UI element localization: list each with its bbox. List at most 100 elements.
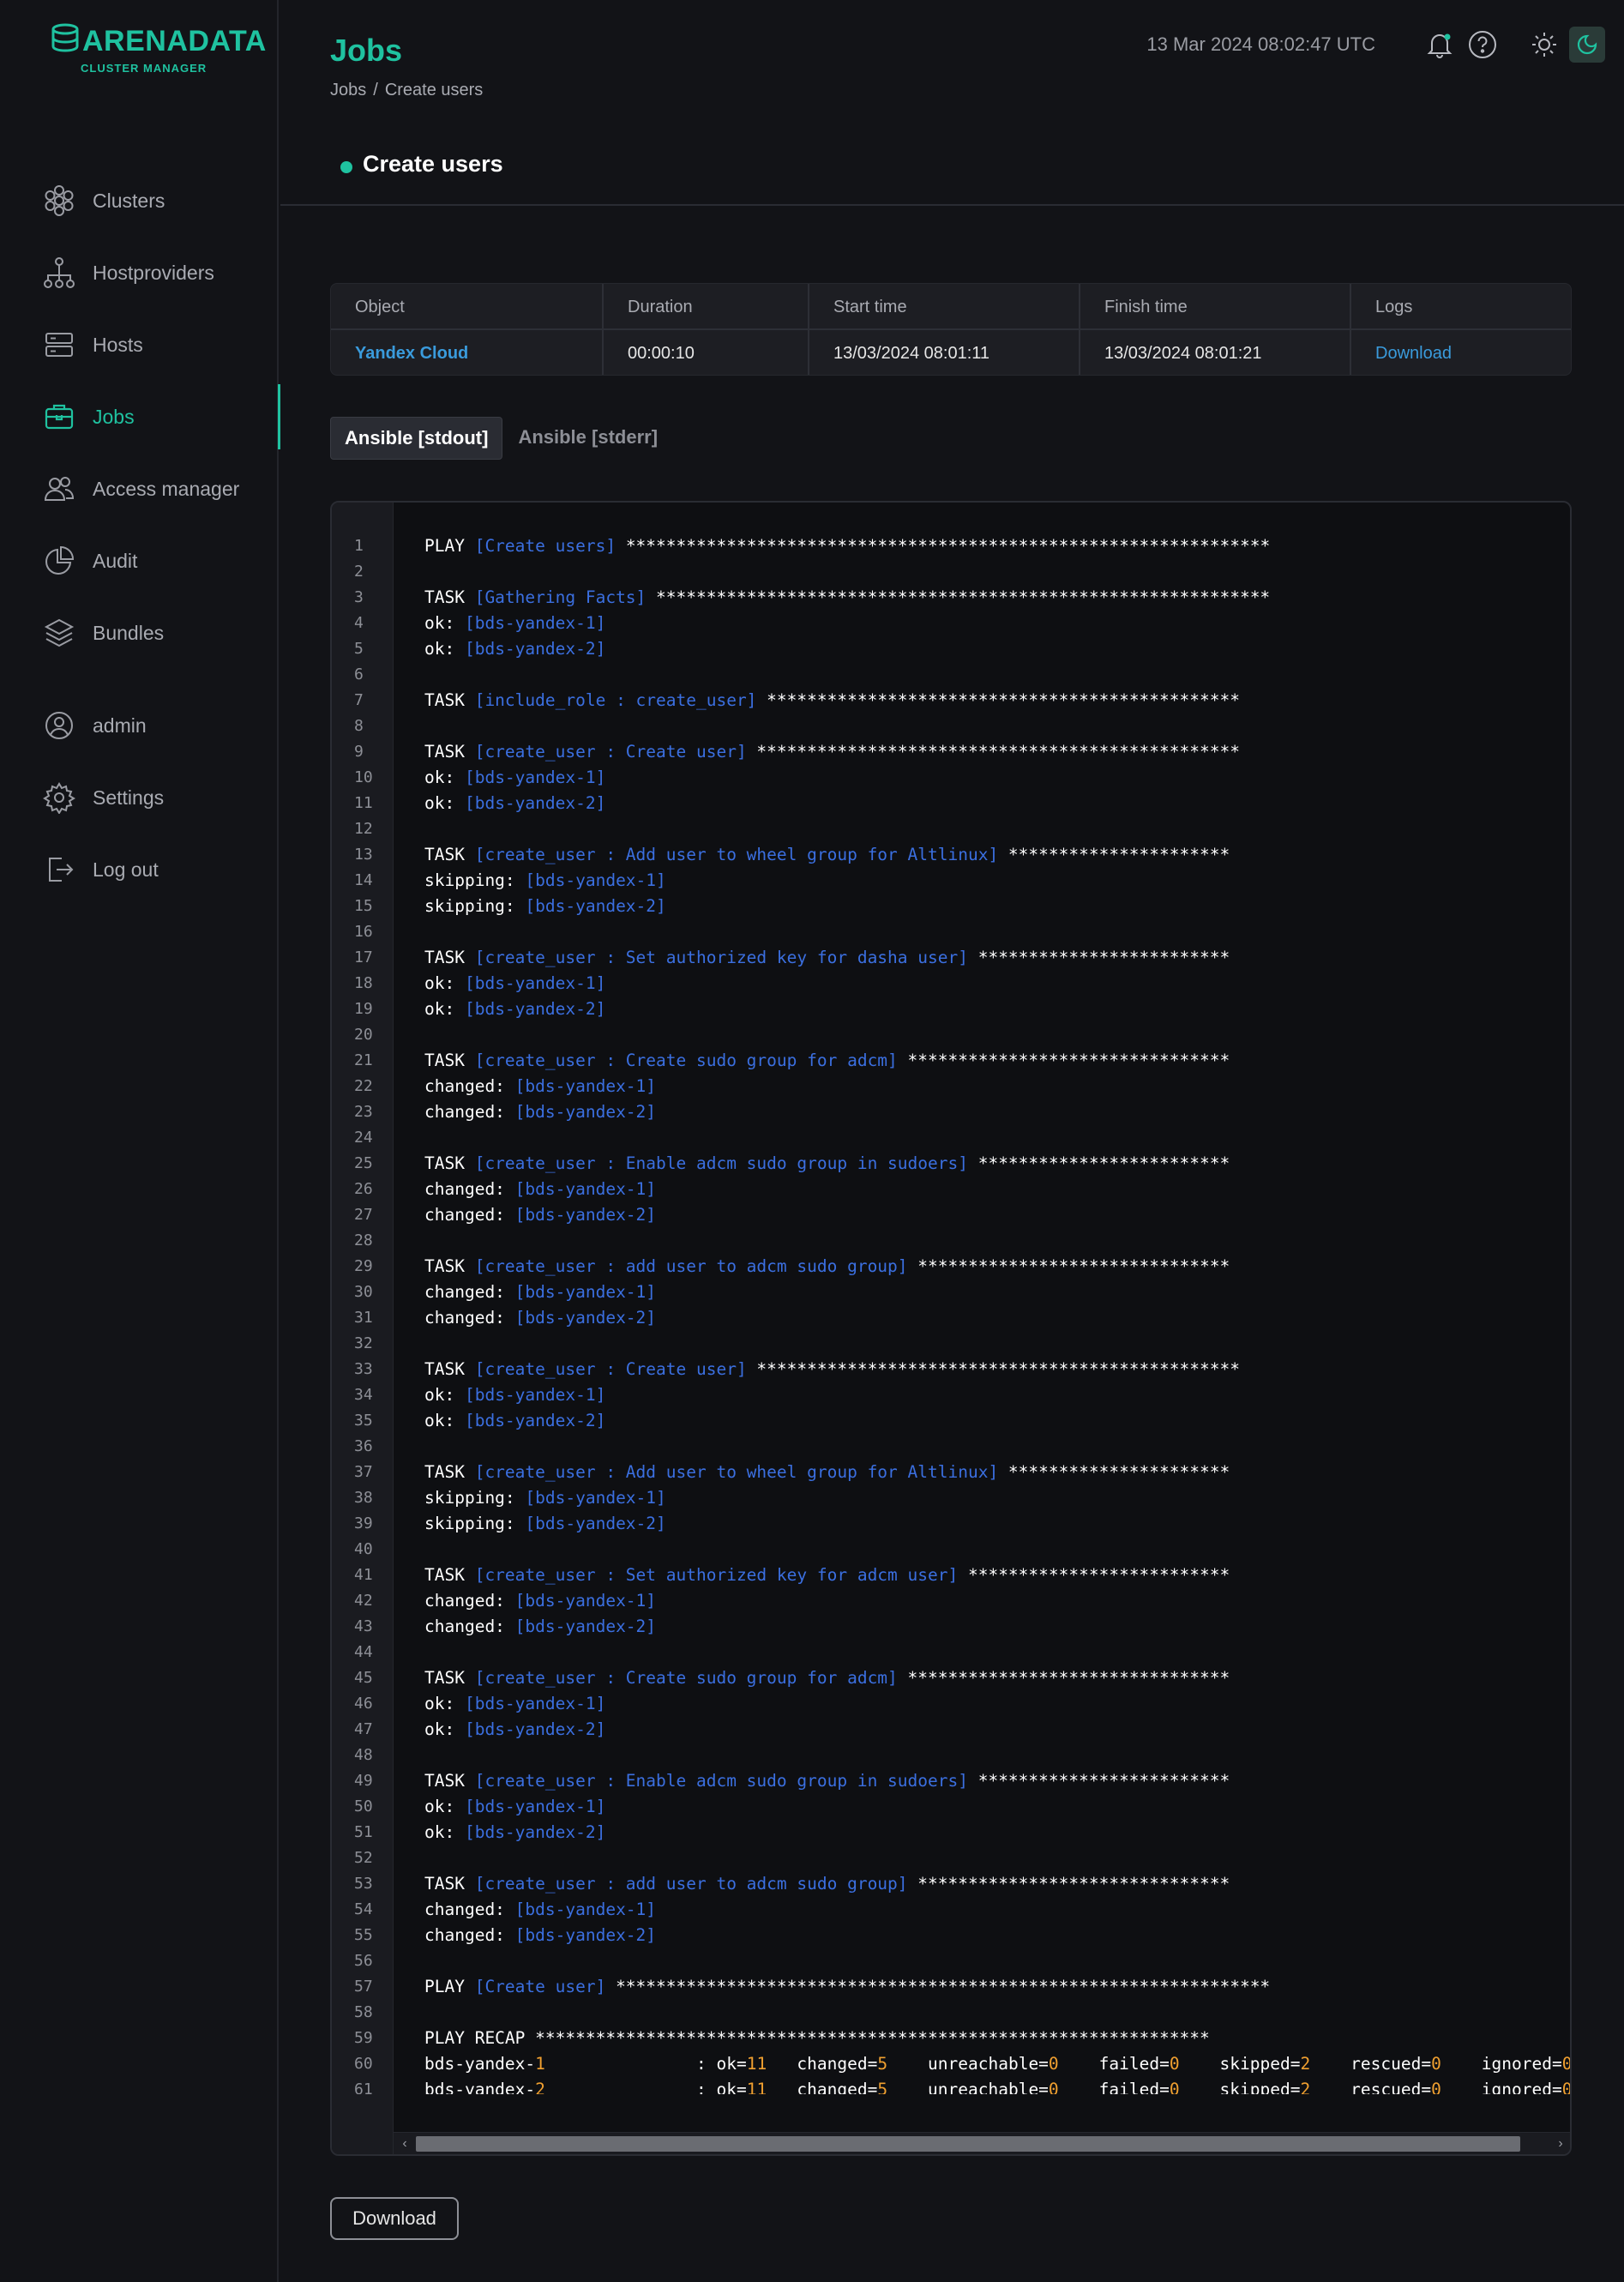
log-text: ok: bbox=[424, 639, 465, 659]
duration-value: 00:00:10 bbox=[628, 344, 695, 363]
log-line: 46 ok: [bds-yandex-1] bbox=[332, 1691, 1570, 1717]
log-text: skipping: bbox=[424, 1488, 526, 1508]
line-number: 56 bbox=[354, 1952, 373, 1970]
sidebar-item-admin[interactable]: admin bbox=[0, 689, 279, 762]
page-title: Jobs bbox=[330, 33, 403, 68]
scrollbar-thumb[interactable] bbox=[416, 2136, 1520, 2152]
log-line: 39 skipping: [bds-yandex-2] bbox=[332, 1511, 1570, 1537]
log-line: 34 ok: [bds-yandex-1] bbox=[332, 1382, 1570, 1408]
line-number: 15 bbox=[354, 897, 373, 915]
sidebar-item-settings[interactable]: Settings bbox=[0, 762, 279, 834]
scroll-left-icon[interactable]: ‹ bbox=[394, 2133, 416, 2154]
log-line-text: TASK [create_user : add user to adcm sud… bbox=[394, 1871, 1230, 1897]
sidebar-item-access-manager[interactable]: Access manager bbox=[0, 453, 279, 525]
logout-icon bbox=[43, 853, 75, 886]
line-number: 60 bbox=[354, 2055, 373, 2073]
bell-icon[interactable] bbox=[1423, 28, 1456, 61]
log-line-text bbox=[394, 2000, 424, 2026]
tab-ansible-stdout[interactable]: Ansible [stdout] bbox=[330, 417, 503, 460]
log-lines[interactable]: 1 PLAY [Create users] *******************… bbox=[332, 533, 1570, 2094]
log-line: 25 TASK [create_user : Enable adcm sudo g… bbox=[332, 1151, 1570, 1177]
sidebar-item-hostproviders[interactable]: Hostproviders bbox=[0, 237, 279, 309]
sidebar-item-label: Settings bbox=[93, 786, 165, 809]
scroll-right-icon[interactable]: › bbox=[1549, 2133, 1570, 2154]
log-line-text: ok: [bds-yandex-2] bbox=[394, 791, 605, 816]
line-number: 7 bbox=[354, 691, 364, 709]
line-number: 38 bbox=[354, 1489, 373, 1507]
breadcrumb: Jobs / Create users bbox=[330, 81, 483, 100]
moon-icon[interactable] bbox=[1569, 27, 1605, 63]
sun-icon[interactable] bbox=[1528, 28, 1561, 61]
log-line-text bbox=[394, 1948, 424, 1974]
tab-ansible-stderr[interactable]: Ansible [stderr] bbox=[504, 417, 671, 460]
log-line-text: changed: [bds-yandex-2] bbox=[394, 1305, 656, 1331]
line-number: 3 bbox=[354, 588, 364, 606]
log-line-text: TASK [create_user : Create user] *******… bbox=[394, 1357, 1240, 1382]
horizontal-scrollbar[interactable]: ‹ › bbox=[394, 2132, 1570, 2154]
line-number: 54 bbox=[354, 1900, 373, 1918]
breadcrumb-jobs-link[interactable]: Jobs bbox=[330, 81, 366, 100]
log-line: 19 ok: [bds-yandex-2] bbox=[332, 996, 1570, 1022]
log-highlight: [bds-yandex-2] bbox=[514, 1205, 657, 1225]
log-text: TASK bbox=[424, 948, 475, 967]
log-line-text bbox=[394, 1228, 424, 1254]
sidebar-item-clusters[interactable]: Clusters bbox=[0, 165, 279, 237]
log-highlight: [create_user : Add user to wheel group f… bbox=[474, 845, 999, 864]
log-line-text: TASK [Gathering Facts] *****************… bbox=[394, 585, 1270, 611]
log-line: 47 ok: [bds-yandex-2] bbox=[332, 1717, 1570, 1743]
log-line: 22 changed: [bds-yandex-1] bbox=[332, 1074, 1570, 1099]
help-icon[interactable] bbox=[1466, 28, 1499, 61]
log-highlight: [bds-yandex-1] bbox=[514, 1591, 657, 1611]
line-number: 52 bbox=[354, 1849, 373, 1867]
log-line-text bbox=[394, 1331, 424, 1357]
info-column-object: Object Yandex Cloud bbox=[331, 284, 604, 375]
log-line-text: PLAY RECAP *****************************… bbox=[394, 2026, 1210, 2051]
object-link[interactable]: Yandex Cloud bbox=[331, 330, 602, 375]
log-highlight: [create_user : Create sudo group for adc… bbox=[474, 1051, 898, 1070]
sidebar-item-logout[interactable]: Log out bbox=[0, 834, 279, 906]
log-text: ********************** bbox=[998, 845, 1230, 864]
line-number: 41 bbox=[354, 1566, 373, 1584]
log-text: PLAY bbox=[424, 1977, 475, 1996]
sidebar-item-bundles[interactable]: Bundles bbox=[0, 597, 279, 669]
log-text: ******************************** bbox=[897, 1051, 1230, 1070]
log-line: 6 bbox=[332, 662, 1570, 688]
log-line: 29 TASK [create_user : add user to adcm s… bbox=[332, 1254, 1570, 1279]
log-text: ****************************************… bbox=[746, 1359, 1240, 1379]
log-text: TASK bbox=[424, 1668, 475, 1688]
log-line-text: changed: [bds-yandex-1] bbox=[394, 1588, 656, 1614]
log-highlight: [bds-yandex-1] bbox=[464, 1385, 606, 1405]
log-highlight: [bds-yandex-1] bbox=[464, 768, 606, 787]
brand-logo[interactable]: ARENADATA CLUSTER MANAGER bbox=[50, 22, 267, 75]
log-text: ignored= bbox=[1441, 2080, 1562, 2094]
current-datetime: 13 Mar 2024 08:02:47 UTC bbox=[1146, 33, 1375, 55]
log-line-text: changed: [bds-yandex-2] bbox=[394, 1614, 656, 1640]
sidebar-item-label: Bundles bbox=[93, 621, 165, 644]
log-number: 11 bbox=[746, 2080, 767, 2094]
log-text: unreachable= bbox=[887, 2080, 1049, 2094]
log-text: TASK bbox=[424, 1874, 475, 1894]
sidebar-item-audit[interactable]: Audit bbox=[0, 525, 279, 597]
log-text: ****************************************… bbox=[535, 2028, 1210, 2048]
log-text: changed: bbox=[424, 1282, 515, 1302]
log-line: 60 bds-yandex-1 : ok=11 changed=5 unreach… bbox=[332, 2051, 1570, 2077]
log-highlight: [bds-yandex-2] bbox=[464, 1719, 606, 1739]
line-number: 48 bbox=[354, 1746, 373, 1764]
log-line: 28 bbox=[332, 1228, 1570, 1254]
breadcrumb-separator: / bbox=[373, 81, 378, 99]
sidebar-item-hosts[interactable]: Hosts bbox=[0, 309, 279, 381]
download-button[interactable]: Download bbox=[330, 2197, 459, 2240]
log-line-text: ok: [bds-yandex-2] bbox=[394, 636, 605, 662]
logs-download-link[interactable]: Download bbox=[1351, 330, 1571, 375]
log-text: skipping: bbox=[424, 896, 526, 916]
line-number: 46 bbox=[354, 1695, 373, 1713]
line-number: 53 bbox=[354, 1875, 373, 1893]
log-line: 36 bbox=[332, 1434, 1570, 1460]
sidebar-item-jobs[interactable]: Jobs bbox=[0, 381, 280, 453]
log-line-text bbox=[394, 1845, 424, 1871]
theme-switch[interactable] bbox=[1528, 27, 1605, 63]
log-text: changed: bbox=[424, 1308, 515, 1328]
sidebar-item-label: Hostproviders bbox=[93, 261, 214, 284]
sidebar-item-label: Clusters bbox=[93, 189, 165, 212]
log-line-text bbox=[394, 1022, 424, 1048]
